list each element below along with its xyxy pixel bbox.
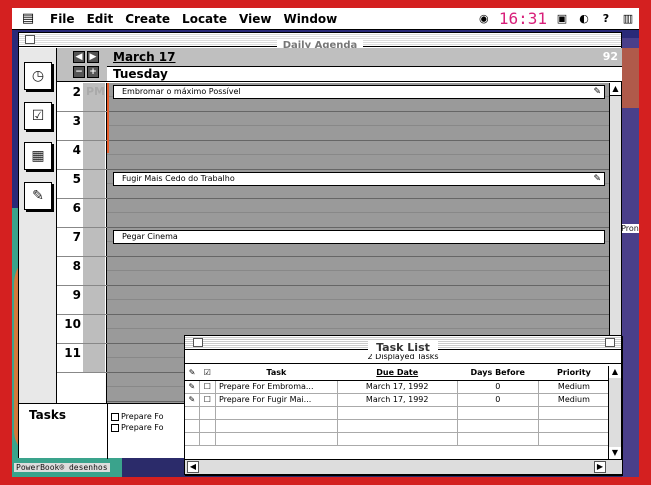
task-list-window: Task List 2 Displayed Tasks ✎ ☑ Task Due…: [184, 335, 622, 475]
hour-row: 8: [57, 257, 107, 286]
notes-tool-icon[interactable]: ✎: [24, 182, 52, 210]
scroll-left-icon[interactable]: ◀: [187, 461, 199, 473]
date-link[interactable]: March 17: [113, 50, 176, 64]
task-checkbox[interactable]: ☐: [199, 380, 216, 394]
hour-row: 7: [57, 228, 107, 257]
task-priority: Medium: [538, 380, 611, 394]
task-name[interactable]: Prepare For Embroma...: [215, 380, 338, 394]
event-item[interactable]: Embromar o máximo Possível ✎: [113, 85, 605, 99]
help-icon[interactable]: ?: [599, 12, 613, 26]
hour-row: 5: [57, 170, 107, 199]
task-list-horizontal-scrollbar[interactable]: ◀ ▶: [185, 459, 622, 474]
table-header: ✎ ☑ Task Due Date Days Before Priority: [185, 366, 610, 381]
scroll-up-icon[interactable]: ▲: [609, 366, 621, 378]
task-due: March 17, 1992: [337, 393, 458, 407]
task-days: 0: [457, 380, 539, 394]
task-list-title: Task List: [368, 341, 438, 354]
menu-locate[interactable]: Locate: [176, 12, 233, 26]
pencil-icon[interactable]: ✎: [593, 173, 601, 185]
hour-column: 2 PM 3 4 5 6 7 8 9 10 11: [57, 83, 107, 403]
eye-icon[interactable]: ◉: [477, 12, 491, 26]
current-time-line: [107, 83, 109, 153]
hour-row: 6: [57, 199, 107, 228]
scroll-right-icon[interactable]: ▶: [594, 461, 606, 473]
table-row[interactable]: [185, 406, 611, 420]
prev-day-icon[interactable]: ◀: [73, 51, 85, 63]
zoom-box[interactable]: [605, 338, 615, 347]
task-checkbox[interactable]: [111, 423, 119, 432]
pencil-icon: ✎: [185, 366, 200, 381]
menu-view[interactable]: View: [233, 12, 277, 26]
screen: Pron PowerBook® desenhos ▤ File Edit Cre…: [12, 8, 639, 477]
desktop-strip-accent: [621, 48, 639, 108]
ball-icon[interactable]: ◐: [577, 12, 591, 26]
task-mini-item[interactable]: Prepare Fo: [111, 423, 164, 432]
checklist-tool-icon[interactable]: ☑: [24, 102, 52, 130]
weekday-row: Tuesday: [107, 66, 622, 81]
clock-tool-icon[interactable]: ◷: [24, 62, 52, 90]
task-checkbox[interactable]: ☐: [199, 393, 216, 407]
next-day-icon[interactable]: ▶: [87, 51, 99, 63]
column-days-before[interactable]: Days Before: [457, 366, 539, 381]
menubar-right: ◉ 16:31 ▣ ◐ ? ▥: [477, 9, 639, 28]
column-priority[interactable]: Priority: [538, 366, 610, 381]
task-table: ✎ ☑ Task Due Date Days Before Priority ✎…: [185, 366, 611, 446]
table-row[interactable]: [185, 419, 611, 433]
background-window-label[interactable]: Pron: [621, 224, 639, 233]
column-task[interactable]: Task: [215, 366, 338, 381]
menu-window[interactable]: Window: [277, 12, 343, 26]
weekday-label: Tuesday: [113, 67, 168, 81]
event-item[interactable]: Fugir Mais Cedo do Trabalho ✎: [113, 172, 605, 186]
menubar: ▤ File Edit Create Locate View Window ◉ …: [12, 8, 639, 30]
task-name[interactable]: Prepare For Fugir Mai...: [215, 393, 338, 407]
menubar-clock[interactable]: 16:31: [499, 9, 547, 28]
close-box[interactable]: [25, 35, 35, 44]
pencil-icon[interactable]: ✎: [185, 393, 200, 407]
hour-row: 3: [57, 112, 107, 141]
hour-row: 9: [57, 286, 107, 315]
hour-row: 4: [57, 141, 107, 170]
scroll-up-icon[interactable]: ▲: [610, 83, 621, 96]
pm-indicator: PM: [83, 83, 105, 111]
tool-palette: ◷ ☑ ▦ ✎: [19, 48, 57, 403]
powerbook-label: PowerBook® desenhos: [14, 463, 110, 472]
application-menu-icon[interactable]: ▥: [621, 12, 635, 26]
divider: [107, 404, 108, 459]
task-due: March 17, 1992: [337, 380, 458, 394]
pencil-icon[interactable]: ✎: [593, 86, 601, 98]
table-row[interactable]: ✎ ☐ Prepare For Embroma... March 17, 199…: [185, 380, 611, 394]
task-days: 0: [457, 393, 539, 407]
task-mini-item[interactable]: Prepare Fo: [111, 412, 164, 421]
window-titlebar[interactable]: Daily Agenda: [19, 33, 621, 51]
table-row[interactable]: [185, 432, 611, 446]
task-checkbox[interactable]: [111, 412, 119, 421]
calendar-menu-icon[interactable]: ▣: [555, 12, 569, 26]
apple-menu-icon[interactable]: ▤: [12, 11, 44, 26]
zoom-out-icon[interactable]: −: [73, 66, 85, 78]
close-box[interactable]: [193, 338, 203, 347]
column-due-date[interactable]: Due Date: [337, 366, 458, 381]
hour-row: 10: [57, 315, 107, 344]
tasks-label: Tasks: [29, 408, 67, 422]
checkbox-column-icon: ☑: [199, 366, 216, 381]
pencil-icon[interactable]: ✎: [185, 380, 200, 394]
menu-file[interactable]: File: [44, 12, 81, 26]
menu-edit[interactable]: Edit: [81, 12, 120, 26]
hour-row: 2 PM: [57, 83, 107, 112]
task-list-vertical-scrollbar[interactable]: ▲ ▼: [608, 366, 621, 459]
date-header: ◀ ▶ − + March 17 Tuesday 92: [57, 48, 622, 82]
calendar-tool-icon[interactable]: ▦: [24, 142, 52, 170]
task-list-titlebar[interactable]: Task List: [185, 336, 621, 354]
table-row[interactable]: ✎ ☐ Prepare For Fugir Mai... March 17, 1…: [185, 393, 611, 407]
day-of-year: 92: [602, 50, 618, 63]
task-priority: Medium: [538, 393, 611, 407]
zoom-in-icon[interactable]: +: [87, 66, 99, 78]
hour-row: 11: [57, 344, 107, 373]
scroll-down-icon[interactable]: ▼: [609, 447, 621, 459]
menu-create[interactable]: Create: [119, 12, 176, 26]
event-item[interactable]: Pegar Cinema: [113, 230, 605, 244]
